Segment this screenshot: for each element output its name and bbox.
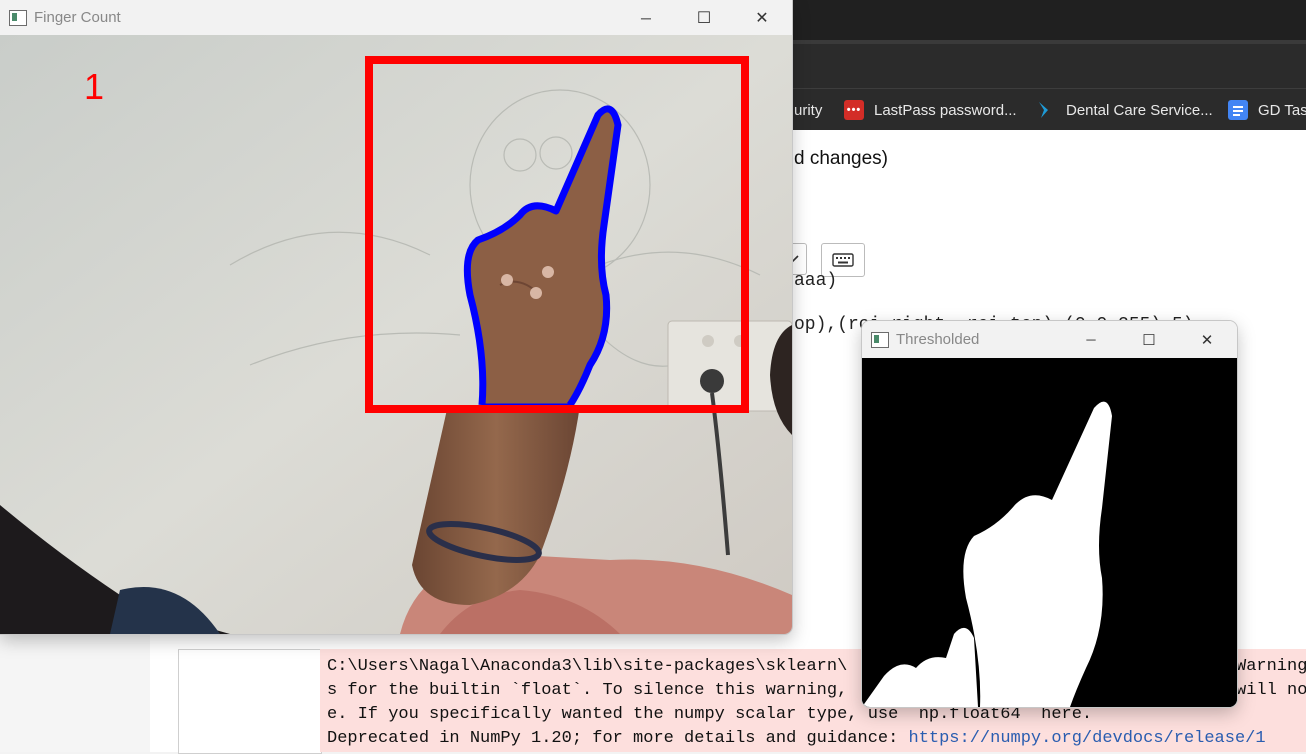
window-title-bar[interactable]: Finger Count ─ ☐ ✕ (0, 0, 792, 35)
opencv-app-icon (871, 331, 889, 348)
bookmark-dental-care[interactable]: Dental Care Service... (1036, 89, 1213, 131)
minimize-button[interactable]: ─ (1062, 321, 1120, 358)
window-title: Thresholded (896, 331, 980, 348)
maximize-button[interactable]: ☐ (675, 0, 733, 35)
window-title: Finger Count (34, 9, 121, 26)
keyboard-icon (832, 253, 854, 267)
bookmark-gd-task[interactable]: GD Task (1228, 89, 1306, 131)
stderr-line: e. If you specifically wanted the numpy … (327, 705, 1093, 724)
stderr-line: Deprecated in NumPy 1.20; for more detai… (327, 729, 1266, 748)
stderr-line: s for the builtin `float`. To silence th… (327, 681, 848, 700)
stderr-line-right: will no (1236, 681, 1306, 700)
dental-icon (1036, 100, 1056, 120)
code-line[interactable]: aaa) (794, 271, 837, 291)
camera-feed-image: 1 (0, 35, 792, 634)
output-prompt (178, 649, 322, 754)
stderr-line: C:\Users\Nagal\Anaconda3\lib\site-packag… (327, 657, 848, 676)
gd-docs-icon (1228, 100, 1248, 120)
opencv-app-icon (9, 9, 27, 26)
minimize-icon: ─ (641, 9, 651, 26)
window-title-bar[interactable]: Thresholded ─ ☐ ✕ (862, 321, 1237, 358)
bookmark-lastpass[interactable]: ••• LastPass password... (844, 89, 1017, 131)
stderr-line-right: Warning (1236, 657, 1306, 676)
close-icon: ✕ (1200, 331, 1214, 349)
minimize-button[interactable]: ─ (617, 0, 675, 35)
stderr-text: Deprecated in NumPy 1.20; for more detai… (327, 729, 909, 748)
minimize-icon: ─ (1086, 332, 1096, 347)
notebook-title[interactable]: d changes) (794, 148, 888, 170)
close-button[interactable]: ✕ (733, 0, 791, 35)
maximize-button[interactable]: ☐ (1120, 321, 1178, 358)
maximize-icon: ☐ (696, 9, 712, 27)
thresholded-window: Thresholded ─ ☐ ✕ (862, 321, 1237, 707)
close-button[interactable]: ✕ (1178, 321, 1236, 358)
bookmark-security[interactable]: urity (794, 89, 822, 131)
threshold-mask-image (862, 358, 1237, 707)
lastpass-icon: ••• (844, 100, 864, 120)
finger-count-window: Finger Count ─ ☐ ✕ 1 (0, 0, 792, 634)
maximize-icon: ☐ (1142, 331, 1156, 349)
close-icon: ✕ (755, 9, 769, 27)
numpy-release-link[interactable]: https://numpy.org/devdocs/release/1 (909, 729, 1266, 748)
finger-count-label: 1 (84, 66, 104, 107)
